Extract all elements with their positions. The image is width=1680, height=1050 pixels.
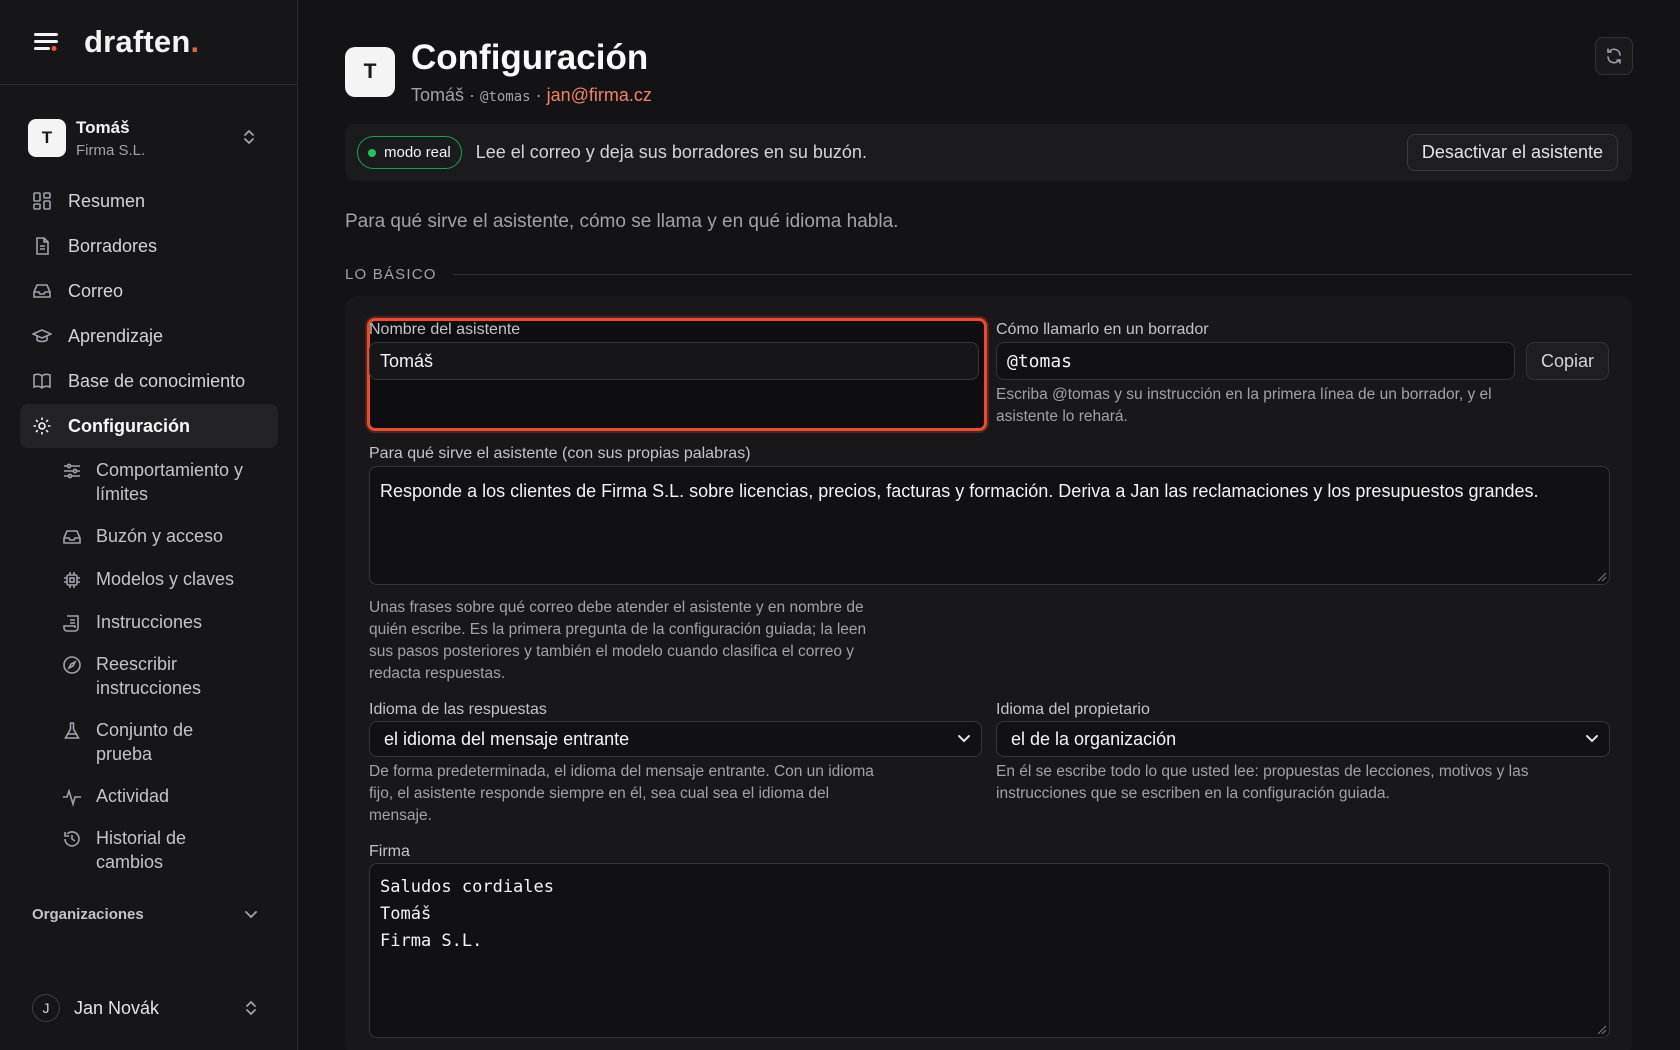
user-menu[interactable]: J Jan Novák [32, 994, 268, 1022]
call-name-input[interactable]: @tomas [996, 342, 1515, 380]
flask-icon [62, 721, 82, 741]
tenant-avatar: T [28, 119, 66, 157]
chevron-down-icon [957, 732, 971, 746]
purpose-label: Para qué sirve el asistente (con sus pro… [369, 445, 751, 462]
copy-button[interactable]: Copiar [1526, 342, 1610, 380]
tenant-org: Firma S.L. [76, 141, 146, 159]
grid-icon [32, 191, 52, 211]
mode-description: Lee el correo y deja sus borradores en s… [475, 142, 867, 162]
document-icon [32, 236, 52, 256]
main-nav: Resumen Borradores Correo Aprendizaje Ba… [20, 179, 278, 449]
compass-icon [62, 655, 82, 675]
chevron-up-down-icon [242, 128, 256, 146]
sidebar: draften. T Tomáš Firma S.L. Resumen Borr… [0, 0, 298, 1050]
tenant-name: Tomáš [76, 117, 130, 137]
inbox-icon [32, 281, 52, 301]
assistant-name-label: Nombre del asistente [369, 321, 521, 338]
deactivate-assistant-button[interactable]: Desactivar el asistente [1406, 134, 1618, 171]
subnav-item-conjunto[interactable]: Conjunto de prueba [62, 718, 246, 766]
organizations-toggle[interactable]: Organizaciones [32, 906, 268, 923]
avatar: J [32, 994, 60, 1022]
nav-item-base-de-conocimiento[interactable]: Base de conocimiento [20, 359, 278, 403]
status-dot-icon [368, 148, 376, 157]
resize-handle-icon[interactable] [1597, 572, 1607, 582]
call-name-label: Cómo llamarlo en un borrador [996, 321, 1209, 338]
chip-icon [62, 570, 82, 590]
subnav-item-buzon[interactable]: Buzón y acceso [62, 524, 223, 548]
reply-language-help: De forma predeterminada, el idioma del m… [369, 763, 874, 824]
mode-banner: modo real Lee el correo y deja sus borra… [345, 124, 1632, 181]
page-subtitle: Tomáš · @tomas · jan@firma.cz [411, 85, 652, 105]
assistant-avatar: T [345, 47, 395, 97]
inbox-icon [62, 527, 82, 547]
call-name-help: Escriba @tomas y su instrucción en la pr… [996, 386, 1492, 425]
nav-item-configuracion[interactable]: Configuración [20, 404, 278, 448]
assistant-name-input[interactable]: Tomáš [369, 342, 979, 380]
section-heading: LO BÁSICO [345, 266, 1632, 283]
signature-textarea[interactable]: Saludos cordiales Tomáš Firma S.L. [369, 863, 1610, 1038]
divider [452, 274, 1632, 275]
organizations-label: Organizaciones [32, 906, 144, 923]
nav-item-resumen[interactable]: Resumen [20, 179, 278, 223]
subnav-item-reescribir[interactable]: Reescribir instrucciones [62, 652, 246, 700]
subnav-item-comportamiento[interactable]: Comportamiento y límites [62, 458, 266, 506]
book-icon [32, 371, 52, 391]
live-mode-badge: modo real [357, 136, 462, 169]
assistant-email-link[interactable]: jan@firma.cz [547, 85, 652, 105]
subnav-item-instrucciones[interactable]: Instrucciones [62, 610, 202, 634]
menu-icon[interactable] [32, 28, 60, 56]
tenant-switcher[interactable]: T Tomáš Firma S.L. [24, 108, 278, 168]
page-title: Configuración [411, 38, 649, 77]
owner-language-label: Idioma del propietario [996, 701, 1150, 718]
owner-language-help: En él se escribe todo lo que usted lee: … [996, 763, 1529, 802]
gear-icon [32, 416, 52, 436]
subnav-item-modelos[interactable]: Modelos y claves [62, 567, 234, 591]
subnav-item-actividad[interactable]: Actividad [62, 784, 169, 808]
refresh-icon [1605, 47, 1623, 65]
brand-row: draften. [0, 0, 297, 85]
reply-language-label: Idioma de las respuestas [369, 701, 547, 718]
sliders-icon [62, 461, 82, 481]
chevron-down-icon [244, 910, 258, 920]
assistant-handle: @tomas [480, 89, 531, 105]
nav-item-borradores[interactable]: Borradores [20, 224, 278, 268]
brand-logo[interactable]: draften. [84, 24, 199, 60]
history-icon [62, 829, 82, 849]
activity-icon [62, 787, 82, 807]
refresh-button[interactable] [1595, 37, 1633, 75]
chevron-up-down-icon [244, 999, 258, 1017]
user-name: Jan Novák [74, 997, 160, 1018]
scroll-icon [62, 613, 82, 633]
subnav-item-historial[interactable]: Historial de cambios [62, 826, 226, 874]
purpose-help: Unas frases sobre qué correo debe atende… [369, 599, 867, 682]
purpose-textarea[interactable]: Responde a los clientes de Firma S.L. so… [369, 466, 1610, 585]
section-intro: Para qué sirve el asistente, cómo se lla… [345, 211, 899, 232]
chevron-down-icon [1585, 732, 1599, 746]
signature-label: Firma [369, 843, 410, 860]
reply-language-select[interactable]: el idioma del mensaje entrante [369, 721, 982, 757]
nav-item-correo[interactable]: Correo [20, 269, 278, 313]
graduation-cap-icon [32, 326, 52, 346]
owner-language-select[interactable]: el de la organización [996, 721, 1610, 757]
nav-item-aprendizaje[interactable]: Aprendizaje [20, 314, 278, 358]
resize-handle-icon[interactable] [1597, 1025, 1607, 1035]
